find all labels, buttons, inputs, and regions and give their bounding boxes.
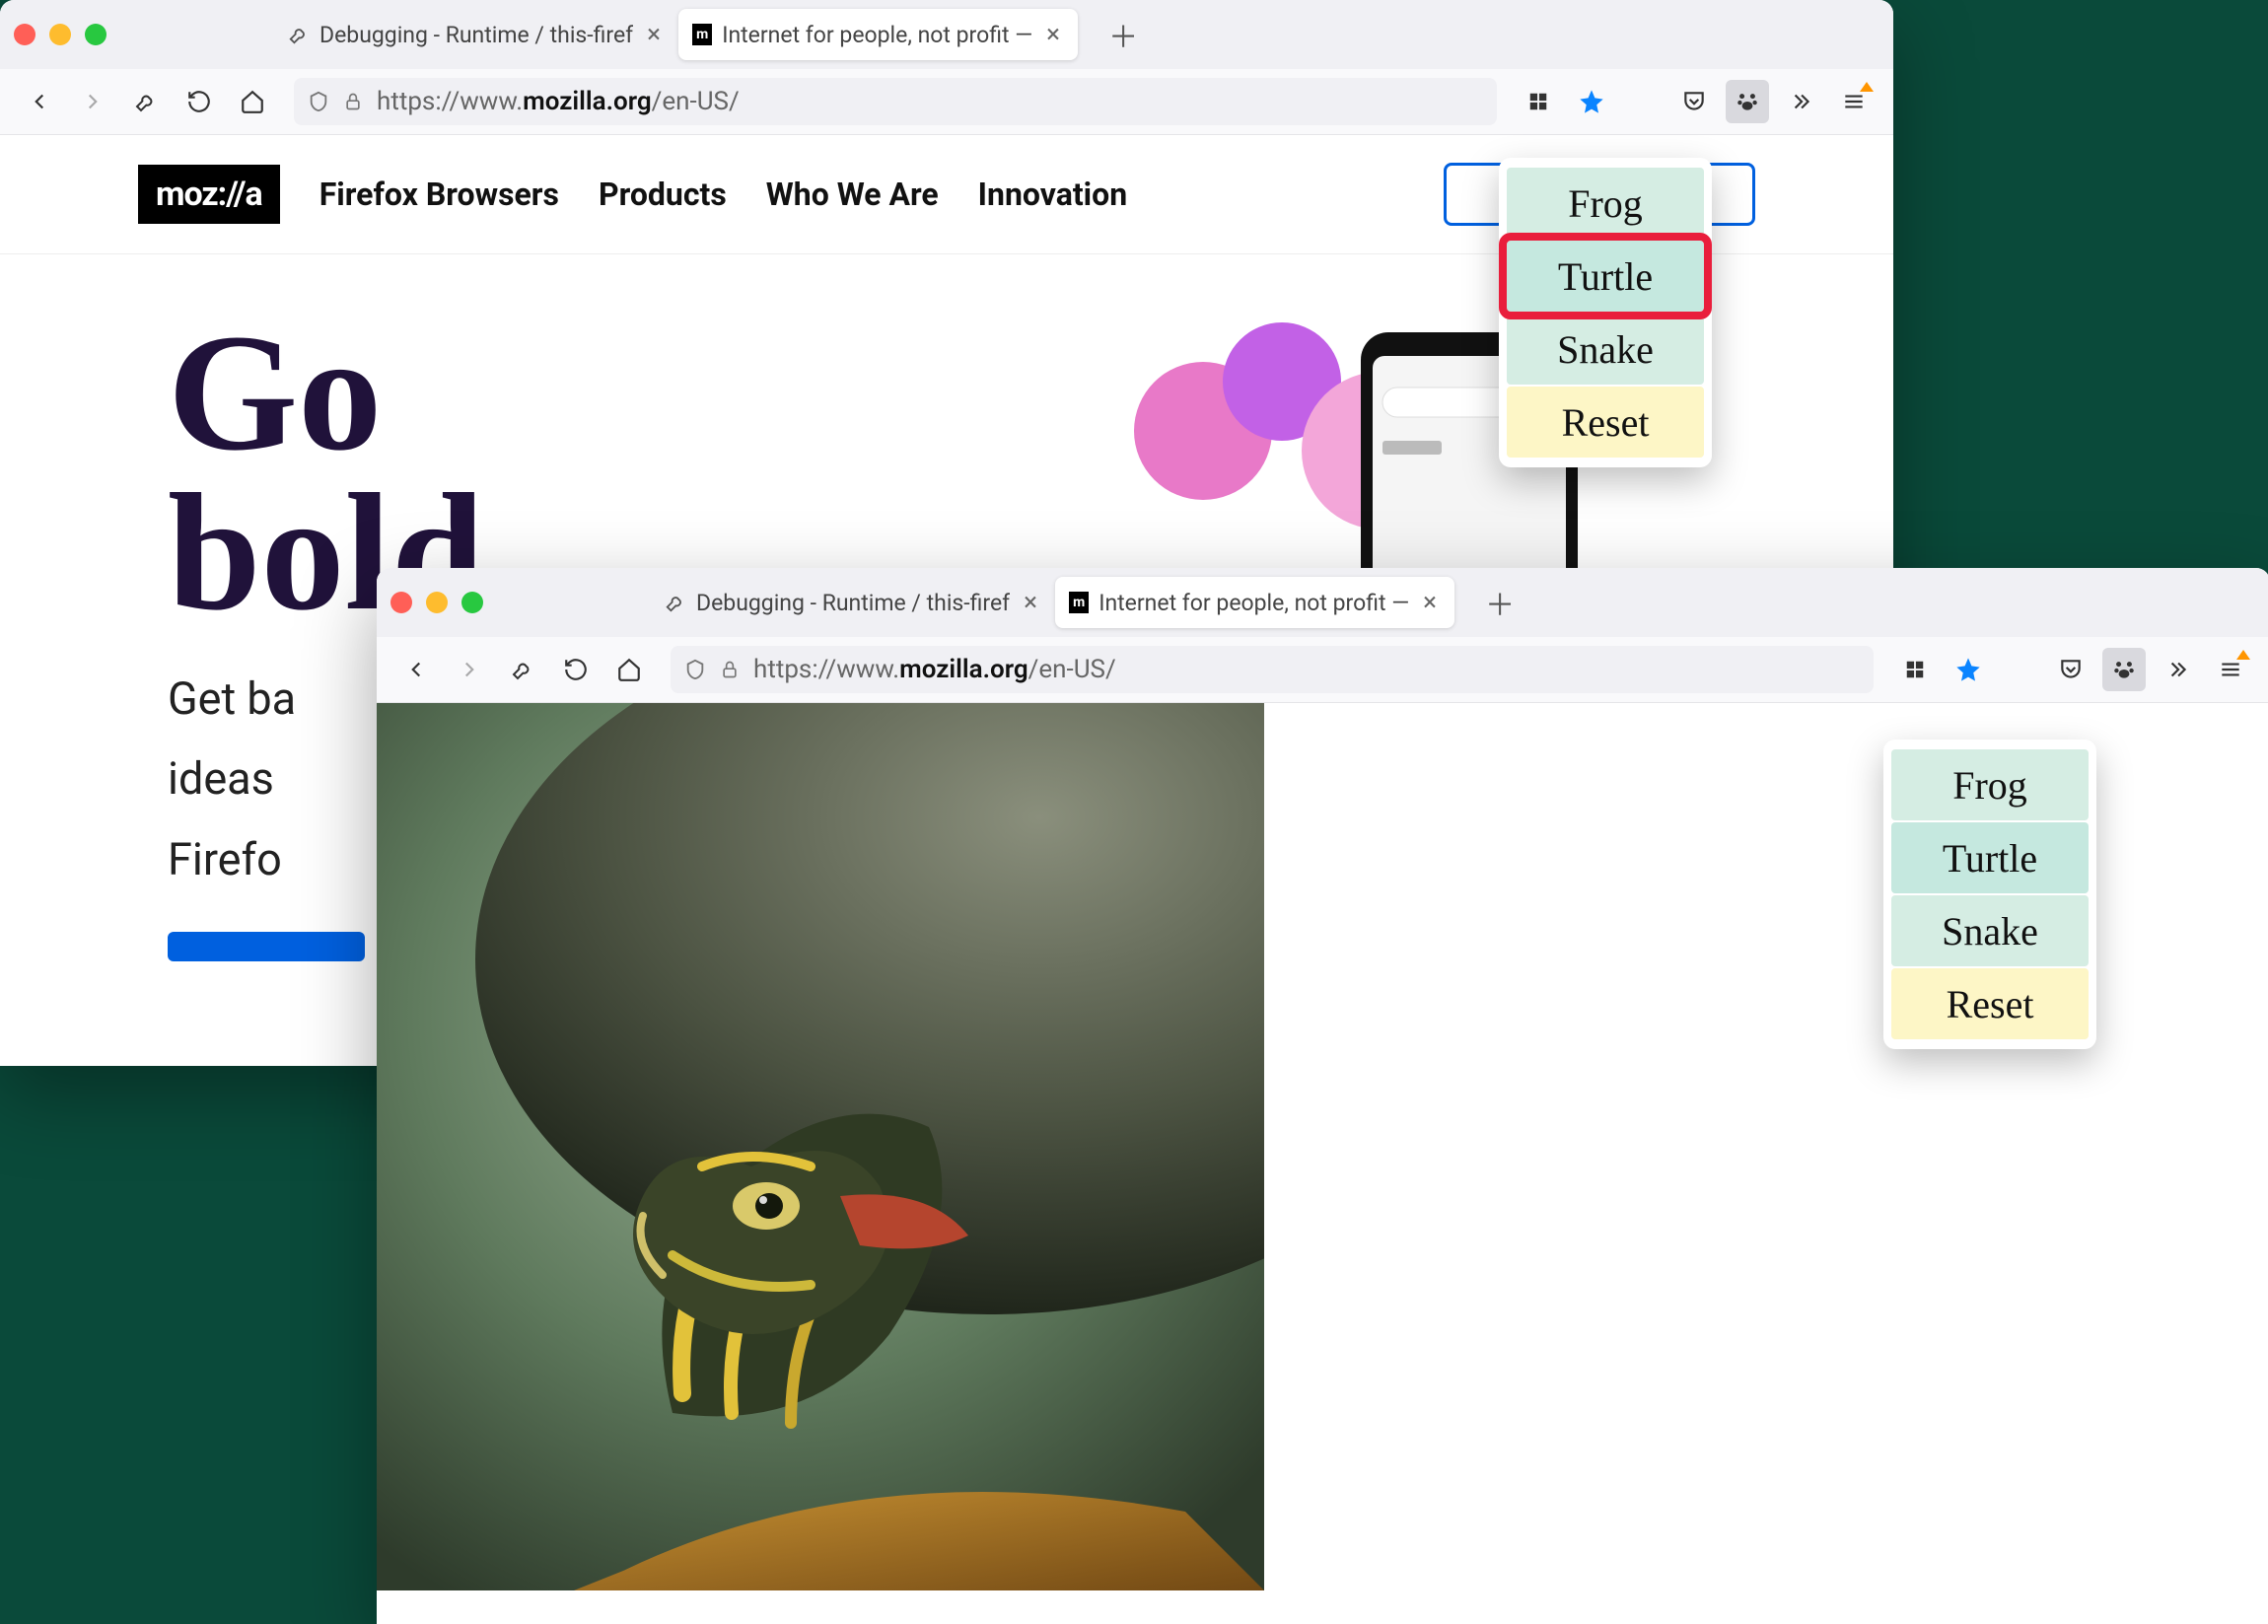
overflow-icon[interactable] — [2156, 648, 2199, 691]
popup-item-snake[interactable]: Snake — [1891, 895, 2089, 966]
mozilla-logo[interactable]: moz://a — [138, 165, 280, 224]
wrench-icon — [665, 592, 686, 613]
turtle-image — [377, 703, 1264, 1590]
popup-item-turtle[interactable]: Turtle — [1507, 241, 1704, 312]
nav-innovation[interactable]: Innovation — [978, 176, 1127, 213]
wrench-icon — [288, 24, 310, 45]
paw-extension-icon[interactable] — [2102, 648, 2146, 691]
home-button[interactable] — [231, 80, 274, 123]
bookmark-star-icon[interactable] — [1570, 80, 1613, 123]
tab-label: Internet for people, not profit — — [722, 22, 1032, 48]
tab-debugging[interactable]: Debugging - Runtime / this-firef × — [274, 9, 678, 60]
devtools-button[interactable] — [124, 80, 168, 123]
home-button[interactable] — [607, 648, 651, 691]
favicon-mozilla-icon: m — [1069, 592, 1089, 613]
reload-button[interactable] — [554, 648, 598, 691]
reload-button[interactable] — [177, 80, 221, 123]
shield-icon — [308, 91, 329, 112]
toolbar: https://www.mozilla.org/en-US/ — [0, 69, 1893, 135]
window-controls — [14, 24, 106, 45]
forward-button[interactable] — [71, 80, 114, 123]
tab-label: Debugging - Runtime / this-firef — [319, 22, 633, 48]
extension-popup-front: Frog Turtle Snake Reset — [1883, 740, 2096, 1049]
favicon-mozilla-icon: m — [692, 24, 712, 45]
nav-firefox[interactable]: Firefox Browsers — [319, 176, 559, 213]
nav-who[interactable]: Who We Are — [766, 176, 939, 213]
close-window-button[interactable] — [390, 592, 412, 613]
extension-popup-back: Frog Turtle Snake Reset — [1499, 158, 1712, 467]
address-bar[interactable]: https://www.mozilla.org/en-US/ — [294, 78, 1497, 125]
address-bar[interactable]: https://www.mozilla.org/en-US/ — [671, 646, 1874, 693]
container-icon[interactable] — [1893, 648, 1937, 691]
pocket-icon[interactable] — [1672, 80, 1716, 123]
url-text: https://www.mozilla.org/en-US/ — [377, 87, 740, 116]
close-window-button[interactable] — [14, 24, 35, 45]
overflow-icon[interactable] — [1779, 80, 1822, 123]
devtools-button[interactable] — [501, 648, 544, 691]
tab-label: Internet for people, not profit — — [1099, 590, 1409, 616]
popup-item-reset[interactable]: Reset — [1891, 968, 2089, 1039]
tab-label: Debugging - Runtime / this-firef — [696, 590, 1010, 616]
new-tab-button[interactable]: ＋ — [1474, 577, 1525, 628]
maximize-window-button[interactable] — [85, 24, 106, 45]
menu-icon[interactable] — [1832, 80, 1876, 123]
popup-item-snake[interactable]: Snake — [1507, 314, 1704, 385]
tab-bar: Debugging - Runtime / this-firef × m Int… — [0, 0, 1893, 69]
tab-mozilla[interactable]: m Internet for people, not profit — × — [1055, 577, 1454, 628]
minimize-window-button[interactable] — [49, 24, 71, 45]
tab-debugging[interactable]: Debugging - Runtime / this-firef × — [651, 577, 1055, 628]
popup-item-frog[interactable]: Frog — [1891, 749, 2089, 820]
window-controls — [390, 592, 483, 613]
back-button[interactable] — [18, 80, 61, 123]
lock-icon — [343, 92, 363, 111]
container-icon[interactable] — [1517, 80, 1560, 123]
browser-window-front: Debugging - Runtime / this-firef × m Int… — [377, 568, 2268, 1623]
forward-button[interactable] — [448, 648, 491, 691]
popup-item-turtle[interactable]: Turtle — [1891, 822, 2089, 893]
lock-icon — [720, 660, 740, 679]
close-tab-icon[interactable]: × — [1020, 588, 1041, 617]
new-tab-button[interactable]: ＋ — [1098, 9, 1149, 60]
close-tab-icon[interactable]: × — [1042, 20, 1064, 49]
close-tab-icon[interactable]: × — [1419, 588, 1441, 617]
maximize-window-button[interactable] — [461, 592, 483, 613]
minimize-window-button[interactable] — [426, 592, 448, 613]
menu-icon[interactable] — [2209, 648, 2252, 691]
hero-cta-button[interactable] — [168, 932, 365, 961]
back-button[interactable] — [394, 648, 438, 691]
paw-extension-icon[interactable] — [1726, 80, 1769, 123]
close-tab-icon[interactable]: × — [643, 20, 665, 49]
popup-item-reset[interactable]: Reset — [1507, 387, 1704, 458]
pocket-icon[interactable] — [2049, 648, 2092, 691]
bookmark-star-icon[interactable] — [1947, 648, 1990, 691]
shield-icon — [684, 659, 706, 680]
url-text: https://www.mozilla.org/en-US/ — [753, 655, 1116, 684]
popup-item-frog[interactable]: Frog — [1507, 168, 1704, 239]
toolbar: https://www.mozilla.org/en-US/ — [377, 637, 2268, 703]
tab-mozilla[interactable]: m Internet for people, not profit — × — [678, 9, 1078, 60]
nav-products[interactable]: Products — [599, 176, 727, 213]
tab-bar: Debugging - Runtime / this-firef × m Int… — [377, 568, 2268, 637]
